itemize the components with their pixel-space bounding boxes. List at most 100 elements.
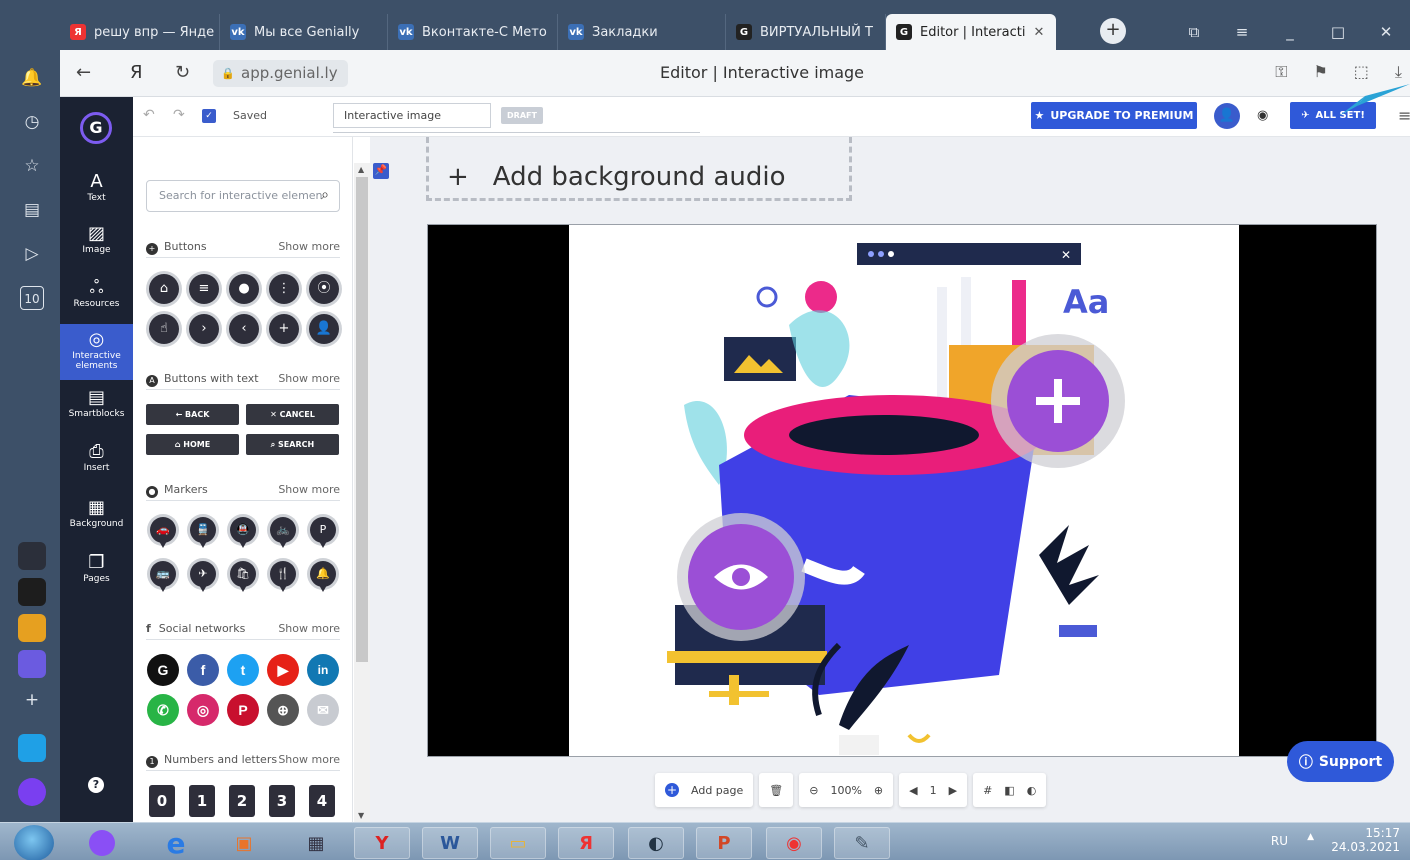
show-more-link[interactable]: Show more <box>278 483 340 496</box>
instagram-icon[interactable]: ◎ <box>187 694 219 726</box>
location-button-icon[interactable]: ⦿ <box>309 274 339 304</box>
notes-icon[interactable]: ▤ <box>20 198 44 222</box>
badge-icon[interactable]: 10 <box>20 286 44 310</box>
tab-5[interactable]: G ВИРТУАЛЬНЫЙ Т <box>726 14 886 50</box>
clock-date[interactable]: 24.03.2021 <box>1331 840 1400 854</box>
scroll-thumb[interactable] <box>356 177 368 662</box>
panel-scrollbar[interactable]: ▲ ▼ <box>354 163 370 822</box>
add-background-audio-button[interactable]: + Add background audio <box>426 137 852 201</box>
app-mail-icon[interactable] <box>18 614 46 642</box>
history-icon[interactable]: ◷ <box>20 110 44 134</box>
taskbar-calculator-icon[interactable]: ▦ <box>288 827 344 859</box>
subway-marker[interactable]: 🚇 <box>230 517 256 549</box>
url-field[interactable]: app.genial.ly <box>213 60 348 87</box>
close-tab-icon[interactable]: ✕ <box>1033 25 1044 40</box>
user-button-icon[interactable]: 👤 <box>309 314 339 344</box>
genially-logo-icon[interactable]: G <box>80 112 112 144</box>
plus-button-icon[interactable]: + <box>269 314 299 344</box>
add-app-icon[interactable]: + <box>20 688 44 712</box>
home-text-button[interactable]: ⌂ HOME <box>146 434 239 455</box>
sidebar-item-insert[interactable]: ⎙ Insert <box>60 441 133 485</box>
taskbar-yandex-browser-icon[interactable]: Y <box>354 827 410 859</box>
show-more-link[interactable]: Show more <box>278 372 340 385</box>
cancel-text-button[interactable]: ✕ CANCEL <box>246 404 339 425</box>
share-avatar-icon[interactable]: 👤 <box>1214 103 1240 129</box>
upgrade-button[interactable]: ★ UPGRADE TO PREMIUM <box>1031 102 1197 129</box>
preview-eye-icon[interactable]: ◉ <box>1257 108 1268 123</box>
email-icon[interactable]: ✉ <box>307 694 339 726</box>
search-text-button[interactable]: ⌕ SEARCH <box>246 434 339 455</box>
zoom-out-icon[interactable]: ⊖ <box>809 784 818 797</box>
palette-icon[interactable]: ◐ <box>1027 784 1037 797</box>
eye-button-icon[interactable]: ● <box>229 274 259 304</box>
reload-icon[interactable]: ↻ <box>175 62 190 83</box>
taskbar-explorer-icon[interactable]: ▭ <box>490 827 546 859</box>
show-more-link[interactable]: Show more <box>278 622 340 635</box>
eye-hotspot-button[interactable] <box>676 512 806 642</box>
slide-canvas[interactable]: ✕ Aa <box>427 224 1377 757</box>
sidebar-item-interactive-elements[interactable]: ◎ Interactive elements <box>60 324 133 380</box>
app-camera-icon[interactable] <box>18 578 46 606</box>
bus-marker[interactable]: 🚌 <box>150 561 176 593</box>
tab-1[interactable]: Ярешу впр — Янде <box>60 14 220 50</box>
hand-button-icon[interactable]: ☝ <box>149 314 179 344</box>
tab-4[interactable]: vk Закладки <box>558 14 726 50</box>
delete-page-button[interactable]: 🗑 <box>759 773 794 807</box>
tab-3[interactable]: vk Вконтакте-С Мето <box>388 14 558 50</box>
password-icon[interactable]: ⚿ <box>1275 62 1287 82</box>
app-sparkle-icon[interactable] <box>18 542 46 570</box>
parking-marker[interactable]: P <box>310 517 336 549</box>
tabs-menu-icon[interactable]: ⧉ <box>1170 23 1218 41</box>
split-view-icon[interactable]: ◧ <box>1004 784 1014 797</box>
plane-marker[interactable]: ✈ <box>190 561 216 593</box>
sidebar-item-background[interactable]: ▦ Background <box>60 497 133 541</box>
taskbar-ie-icon[interactable]: e <box>148 827 204 860</box>
next-page-icon[interactable]: ▶ <box>949 784 957 797</box>
page-number[interactable]: 1 <box>930 784 937 797</box>
sidebar-item-resources[interactable]: ஃ Resources <box>60 277 133 321</box>
train-marker[interactable]: 🚆 <box>190 517 216 549</box>
car-marker[interactable]: 🚗 <box>150 517 176 549</box>
genially-social-icon[interactable]: G <box>147 654 179 686</box>
number-1-button[interactable]: 1 <box>189 785 215 817</box>
taskbar-yandex-icon[interactable]: Я <box>558 827 614 859</box>
number-2-button[interactable]: 2 <box>229 785 255 817</box>
minimize-icon[interactable]: _ <box>1266 23 1314 41</box>
tab-2[interactable]: vk Мы все Genially <box>220 14 388 50</box>
interactive-image[interactable]: ✕ Aa <box>569 225 1239 756</box>
app-alice-icon[interactable] <box>18 778 46 806</box>
bike-marker[interactable]: 🚲 <box>270 517 296 549</box>
facebook-icon[interactable]: f <box>187 654 219 686</box>
tab-6[interactable]: G Editor | Interacti ✕ <box>886 14 1056 50</box>
chevron-left-button-icon[interactable]: ‹ <box>229 314 259 344</box>
number-0-button[interactable]: 0 <box>149 785 175 817</box>
twitter-icon[interactable]: t <box>227 654 259 686</box>
undo-icon[interactable]: ↶ <box>143 107 155 123</box>
star-icon[interactable]: ☆ <box>20 154 44 178</box>
language-indicator[interactable]: RU <box>1271 834 1288 848</box>
shopping-marker[interactable]: 🛍 <box>230 561 256 593</box>
zoom-in-icon[interactable]: ⊕ <box>874 784 883 797</box>
taskbar-media-icon[interactable]: ▣ <box>216 827 272 859</box>
support-button[interactable]: ⓘ Support <box>1287 741 1394 782</box>
whatsapp-icon[interactable]: ✆ <box>147 694 179 726</box>
search-input[interactable]: Search for interactive elemen ⌕ <box>146 180 340 212</box>
scroll-down-icon[interactable]: ▼ <box>358 811 364 820</box>
number-4-button[interactable]: 4 <box>309 785 335 817</box>
help-icon[interactable]: ? <box>88 777 104 793</box>
back-text-button[interactable]: ← BACK <box>146 404 239 425</box>
show-more-link[interactable]: Show more <box>278 753 340 766</box>
taskbar-word-icon[interactable]: W <box>422 827 478 859</box>
taskbar-chrome-icon[interactable]: ◉ <box>766 827 822 859</box>
maximize-icon[interactable]: □ <box>1314 23 1362 41</box>
scroll-up-icon[interactable]: ▲ <box>358 165 364 174</box>
sidebar-item-smartblocks[interactable]: ▤ Smartblocks <box>60 387 133 431</box>
close-window-icon[interactable]: ✕ <box>1362 23 1410 41</box>
number-3-button[interactable]: 3 <box>269 785 295 817</box>
browser-menu-icon[interactable]: ≡ <box>1218 23 1266 41</box>
web-icon[interactable]: ⊕ <box>267 694 299 726</box>
add-page-button[interactable]: + Add page <box>655 773 754 807</box>
play-icon[interactable]: ▷ <box>20 242 44 266</box>
new-tab-button[interactable]: + <box>1100 18 1126 44</box>
youtube-icon[interactable]: ▶ <box>267 654 299 686</box>
